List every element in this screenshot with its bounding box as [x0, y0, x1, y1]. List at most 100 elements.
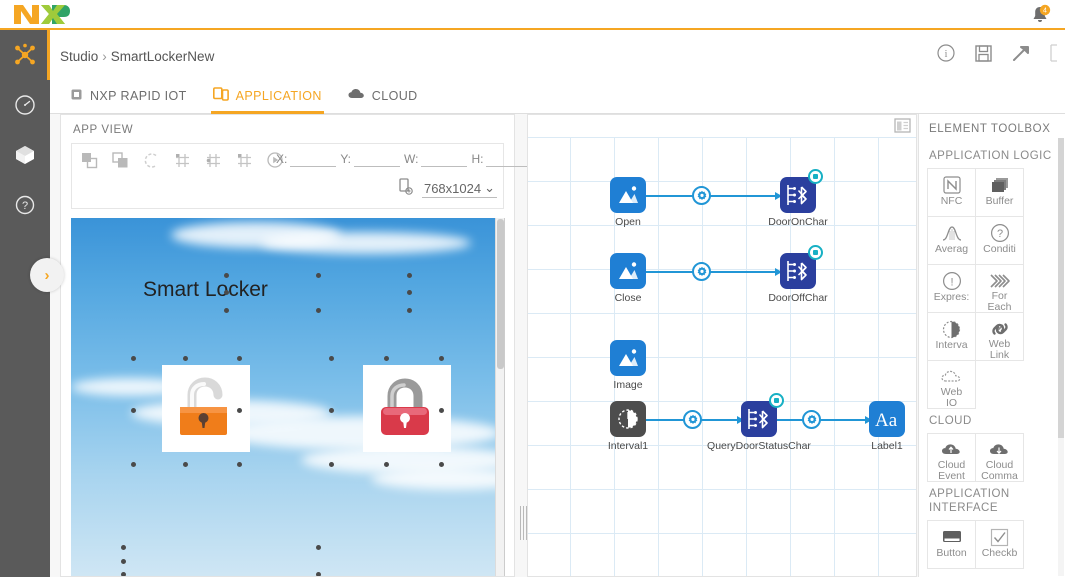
gear-connector-icon[interactable]: [692, 262, 711, 281]
tab-application[interactable]: APPLICATION: [211, 78, 324, 114]
node-open[interactable]: [610, 177, 646, 213]
notifications-bell-icon[interactable]: 4: [1029, 4, 1053, 26]
distribute-grid-icon[interactable]: [202, 149, 224, 171]
sidebar-item-library[interactable]: [0, 130, 50, 180]
selection-handle[interactable]: [407, 308, 412, 313]
more-icon[interactable]: [1049, 44, 1059, 67]
scrollbar-thumb[interactable]: [497, 219, 504, 369]
node-image[interactable]: [610, 340, 646, 376]
breadcrumb-root[interactable]: Studio: [60, 49, 98, 64]
build-icon[interactable]: [1011, 43, 1031, 68]
selection-handle[interactable]: [131, 356, 136, 361]
toolbox-scrollbar[interactable]: [1058, 138, 1064, 576]
node-dooronchar[interactable]: [780, 177, 816, 213]
selection-handle[interactable]: [131, 462, 136, 467]
node-label1[interactable]: Aa: [869, 401, 905, 437]
selection-handle[interactable]: [439, 356, 444, 361]
breadcrumb-bar: Studio›SmartLockerNew i: [50, 30, 1065, 78]
screen-size-dropdown[interactable]: 768x1024 ⌄: [422, 180, 497, 198]
node-label: Open: [615, 216, 641, 228]
toolbox-item-cloud-command[interactable]: Cloud Comma: [975, 433, 1024, 482]
toolbox-item-nfc[interactable]: NFC: [927, 168, 976, 217]
node-close[interactable]: [610, 253, 646, 289]
toolbox-item-button[interactable]: Button: [927, 520, 976, 569]
toolbox-item-checkbox[interactable]: Checkb: [975, 520, 1024, 569]
selection-handle[interactable]: [384, 356, 389, 361]
node-label: Interval1: [608, 440, 648, 452]
send-to-back-icon[interactable]: [109, 149, 131, 171]
tab-cloud[interactable]: CLOUD: [346, 78, 420, 114]
selection-handle[interactable]: [384, 462, 389, 467]
bring-to-front-icon[interactable]: [78, 149, 100, 171]
selection-handle[interactable]: [224, 290, 229, 295]
chip-icon: [70, 88, 83, 104]
selection-handle[interactable]: [329, 462, 334, 467]
sidebar-item-hub[interactable]: [0, 30, 50, 80]
toolbox-item-cloud-event[interactable]: Cloud Event: [927, 433, 976, 482]
tab-nxp-rapid-iot[interactable]: NXP RAPID IOT: [68, 78, 189, 114]
selection-handle[interactable]: [316, 545, 321, 550]
sidebar-item-dashboard[interactable]: [0, 80, 50, 130]
toolbox-item-expression[interactable]: ! Expres:: [927, 264, 976, 313]
selection-handle[interactable]: [439, 408, 444, 413]
selection-handle[interactable]: [183, 462, 188, 467]
selection-handle[interactable]: [224, 273, 229, 278]
selection-handle[interactable]: [121, 545, 126, 550]
node-querydoorstatuschar[interactable]: [741, 401, 777, 437]
selection-handle[interactable]: [316, 273, 321, 278]
selection-handle[interactable]: [329, 356, 334, 361]
gear-connector-icon[interactable]: [802, 410, 821, 429]
scrollbar-thumb[interactable]: [1058, 138, 1064, 438]
preview-title-label[interactable]: Smart Locker: [143, 278, 268, 302]
help-icon: ?: [14, 194, 36, 216]
flow-canvas[interactable]: Open: [528, 137, 916, 576]
selection-handle[interactable]: [121, 559, 126, 564]
align-grid-icon[interactable]: [171, 149, 193, 171]
gear-connector-icon[interactable]: [692, 186, 711, 205]
selection-handle[interactable]: [407, 290, 412, 295]
selection-handle[interactable]: [237, 356, 242, 361]
rail-expand-button[interactable]: ›: [30, 258, 64, 292]
selection-handle[interactable]: [224, 308, 229, 313]
selection-handle[interactable]: [237, 408, 242, 413]
selection-handle[interactable]: [316, 308, 321, 313]
snap-grid-icon[interactable]: [233, 149, 255, 171]
node-dooroffchar[interactable]: [780, 253, 816, 289]
splitter-grip[interactable]: [520, 506, 526, 540]
ble-node-icon: [785, 258, 811, 284]
lasso-select-icon[interactable]: [140, 149, 162, 171]
preview-scrollbar[interactable]: [495, 218, 504, 576]
app-preview-canvas[interactable]: Smart Locker: [71, 218, 505, 576]
selection-handle[interactable]: [329, 408, 334, 413]
add-screen-icon[interactable]: [398, 178, 414, 200]
toolbox-item-average[interactable]: Averag: [927, 216, 976, 265]
selection-handle[interactable]: [316, 572, 321, 576]
x-input[interactable]: [290, 150, 336, 167]
selection-handle[interactable]: [183, 356, 188, 361]
sidebar-item-help[interactable]: ?: [0, 180, 50, 230]
hub-icon: [13, 43, 37, 67]
app-view-title: APP VIEW: [61, 115, 514, 143]
app-view-pane: APP VIEW: [60, 114, 515, 577]
toolbox-item-buffer[interactable]: Buffer: [975, 168, 1024, 217]
w-input[interactable]: [421, 150, 467, 167]
selection-handle[interactable]: [121, 572, 126, 576]
save-icon[interactable]: [974, 44, 993, 68]
toolbox-item-foreach[interactable]: For Each: [975, 264, 1024, 313]
toolbox-item-weblink[interactable]: Web Link: [975, 312, 1024, 361]
gear-connector-icon[interactable]: [683, 410, 702, 429]
node-interval1[interactable]: [610, 401, 646, 437]
toolbox-item-condition[interactable]: ? Conditi: [975, 216, 1024, 265]
selection-handle[interactable]: [407, 273, 412, 278]
locked-lock-image[interactable]: [363, 365, 451, 452]
cloud-decor: [221, 416, 501, 450]
panel-layout-icon[interactable]: [894, 118, 911, 138]
x-label: X:: [276, 152, 287, 166]
selection-handle[interactable]: [439, 462, 444, 467]
selection-handle[interactable]: [131, 408, 136, 413]
toolbox-item-webio[interactable]: Web IO: [927, 360, 976, 409]
selection-handle[interactable]: [237, 462, 242, 467]
toolbox-item-interval[interactable]: Interva: [927, 312, 976, 361]
info-icon[interactable]: i: [936, 43, 956, 68]
y-input[interactable]: [354, 150, 400, 167]
